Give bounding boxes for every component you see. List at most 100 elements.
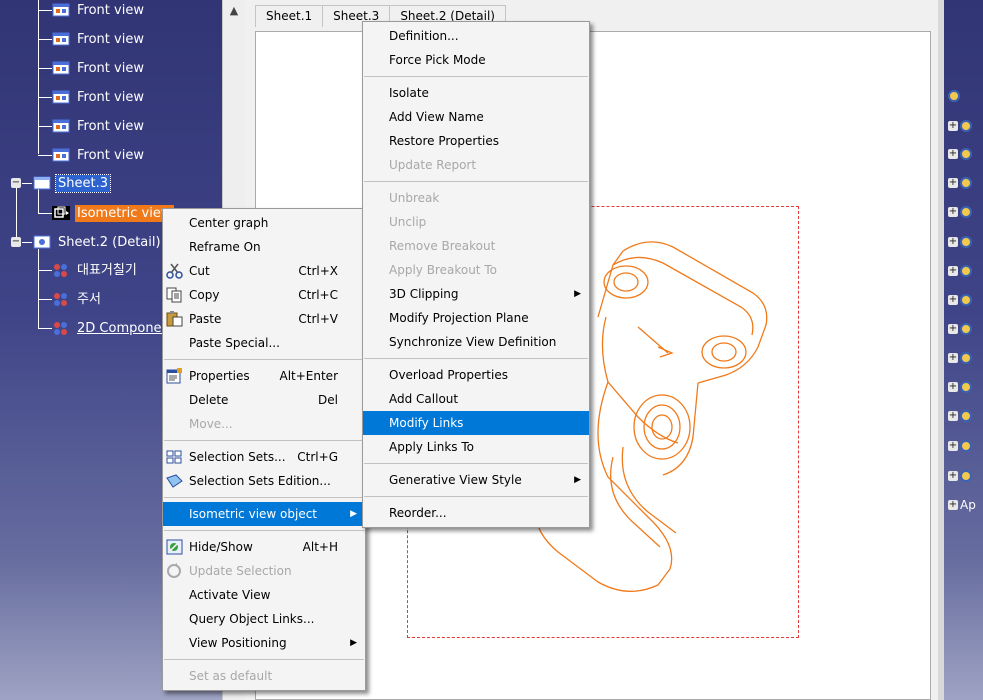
- tree-node[interactable]: [948, 90, 960, 102]
- tree-item-front-view[interactable]: Front view: [52, 29, 146, 49]
- expand-icon[interactable]: +: [948, 295, 958, 305]
- menu-modify-links[interactable]: Modify Links: [363, 411, 589, 435]
- expand-icon[interactable]: +: [948, 266, 958, 276]
- tree-item-front-view[interactable]: Front view: [52, 0, 146, 20]
- component-icon: [960, 120, 972, 132]
- tree-node[interactable]: +: [948, 381, 972, 393]
- tree-item-sheet2-detail[interactable]: Sheet.2 (Detail): [33, 232, 163, 252]
- tree-item-sheet3[interactable]: Sheet.3: [33, 173, 111, 193]
- tree-item-front-view[interactable]: Front view: [52, 145, 146, 165]
- tree-item-front-view[interactable]: Front view: [52, 116, 146, 136]
- menu-add-callout[interactable]: Add Callout: [363, 387, 589, 411]
- tree-node[interactable]: +: [948, 470, 972, 482]
- update-icon: [167, 563, 181, 578]
- menu-selection-sets-edition[interactable]: Selection Sets Edition...: [163, 469, 365, 493]
- expand-icon[interactable]: +: [948, 121, 958, 131]
- menu-3d-clipping[interactable]: 3D Clipping ▶: [363, 282, 589, 306]
- tree-node[interactable]: +: [948, 148, 972, 160]
- component-icon: [960, 410, 972, 422]
- scissors-icon: [166, 263, 183, 279]
- expand-icon[interactable]: +: [948, 500, 958, 510]
- expand-icon[interactable]: +: [948, 411, 958, 421]
- menu-separator: [364, 496, 588, 497]
- menu-selection-sets[interactable]: Selection Sets... Ctrl+G: [163, 445, 365, 469]
- expand-icon[interactable]: +: [948, 382, 958, 392]
- menu-activate-view[interactable]: Activate View: [163, 583, 365, 607]
- tree-item-isometric-view[interactable]: Isometric view: [52, 203, 174, 223]
- menu-cut[interactable]: Cut Ctrl+X: [163, 259, 365, 283]
- expand-icon[interactable]: +: [948, 178, 958, 188]
- menu-properties[interactable]: Properties Alt+Enter: [163, 364, 365, 388]
- tree-node[interactable]: +: [948, 177, 972, 189]
- component-icon: [960, 470, 972, 482]
- menu-separator: [164, 659, 364, 660]
- drawing-view-icon: [52, 61, 70, 75]
- tab-sheet1[interactable]: Sheet.1: [255, 5, 324, 27]
- collapse-toggle[interactable]: −: [11, 237, 21, 247]
- scroll-up-arrow-icon[interactable]: ▲: [223, 0, 245, 22]
- menu-isolate[interactable]: Isolate: [363, 81, 589, 105]
- menu-force-pick-mode[interactable]: Force Pick Mode: [363, 48, 589, 72]
- component-icon: [54, 293, 67, 306]
- tree-item-child[interactable]: 2D Component: [52, 318, 177, 338]
- menu-overload-properties[interactable]: Overload Properties: [363, 363, 589, 387]
- expand-icon[interactable]: +: [948, 441, 958, 451]
- tree-node[interactable]: + Ap: [948, 498, 976, 512]
- menu-isometric-view-object[interactable]: Isometric view object ▶: [163, 502, 365, 526]
- component-icon: [960, 381, 972, 393]
- menu-separator: [364, 463, 588, 464]
- tree-node[interactable]: +: [948, 323, 972, 335]
- menu-hide-show[interactable]: Hide/Show Alt+H: [163, 535, 365, 559]
- component-icon: [960, 440, 972, 452]
- tree-item-child[interactable]: 주서: [52, 289, 103, 309]
- tree-connector: [38, 0, 39, 154]
- tree-node[interactable]: +: [948, 352, 972, 364]
- submenu-arrow-icon: ▶: [574, 475, 581, 485]
- menu-restore-properties[interactable]: Restore Properties: [363, 129, 589, 153]
- menu-apply-links-to[interactable]: Apply Links To: [363, 435, 589, 459]
- expand-icon[interactable]: +: [948, 353, 958, 363]
- collapse-toggle[interactable]: −: [11, 178, 21, 188]
- tree-item-front-view[interactable]: Front view: [52, 87, 146, 107]
- component-icon: [54, 322, 67, 335]
- menu-center-graph[interactable]: Center graph: [163, 211, 365, 235]
- tree-item-front-view[interactable]: Front view: [52, 58, 146, 78]
- tree-item-child[interactable]: 대표거칠기: [52, 260, 139, 280]
- component-icon: [960, 323, 972, 335]
- menu-definition[interactable]: Definition...: [363, 24, 589, 48]
- menu-paste-special[interactable]: Paste Special...: [163, 331, 365, 355]
- menu-paste[interactable]: Paste Ctrl+V: [163, 307, 365, 331]
- drawing-view-icon: [52, 32, 70, 46]
- tree-node[interactable]: +: [948, 236, 972, 248]
- menu-view-positioning[interactable]: View Positioning ▶: [163, 631, 365, 655]
- menu-delete[interactable]: Delete Del: [163, 388, 365, 412]
- menu-reframe-on[interactable]: Reframe On: [163, 235, 365, 259]
- expand-icon[interactable]: +: [948, 324, 958, 334]
- menu-separator: [364, 181, 588, 182]
- isometric-view-icon: [52, 206, 70, 220]
- tree-node[interactable]: +: [948, 120, 972, 132]
- tree-node[interactable]: +: [948, 206, 972, 218]
- tree-node[interactable]: +: [948, 440, 972, 452]
- menu-update-report: Update Report: [389, 158, 477, 172]
- menu-separator: [164, 530, 364, 531]
- tree-node[interactable]: +: [948, 294, 972, 306]
- expand-icon[interactable]: +: [948, 149, 958, 159]
- menu-copy[interactable]: Copy Ctrl+C: [163, 283, 365, 307]
- menu-add-view-name[interactable]: Add View Name: [363, 105, 589, 129]
- component-icon: [960, 236, 972, 248]
- expand-icon[interactable]: +: [948, 207, 958, 217]
- menu-synchronize-view-definition[interactable]: Synchronize View Definition: [363, 330, 589, 354]
- submenu-arrow-icon: ▶: [350, 638, 357, 648]
- tree-node[interactable]: +: [948, 410, 972, 422]
- expand-icon[interactable]: +: [948, 237, 958, 247]
- expand-icon[interactable]: +: [948, 471, 958, 481]
- submenu-arrow-icon: ▶: [350, 509, 357, 519]
- menu-remove-breakout: Remove Breakout: [389, 239, 496, 253]
- menu-generative-view-style[interactable]: Generative View Style ▶: [363, 468, 589, 492]
- tree-connector: [38, 249, 39, 329]
- menu-query-object-links[interactable]: Query Object Links...: [163, 607, 365, 631]
- tree-node[interactable]: +: [948, 265, 972, 277]
- menu-reorder[interactable]: Reorder...: [363, 501, 589, 525]
- menu-modify-projection-plane[interactable]: Modify Projection Plane: [363, 306, 589, 330]
